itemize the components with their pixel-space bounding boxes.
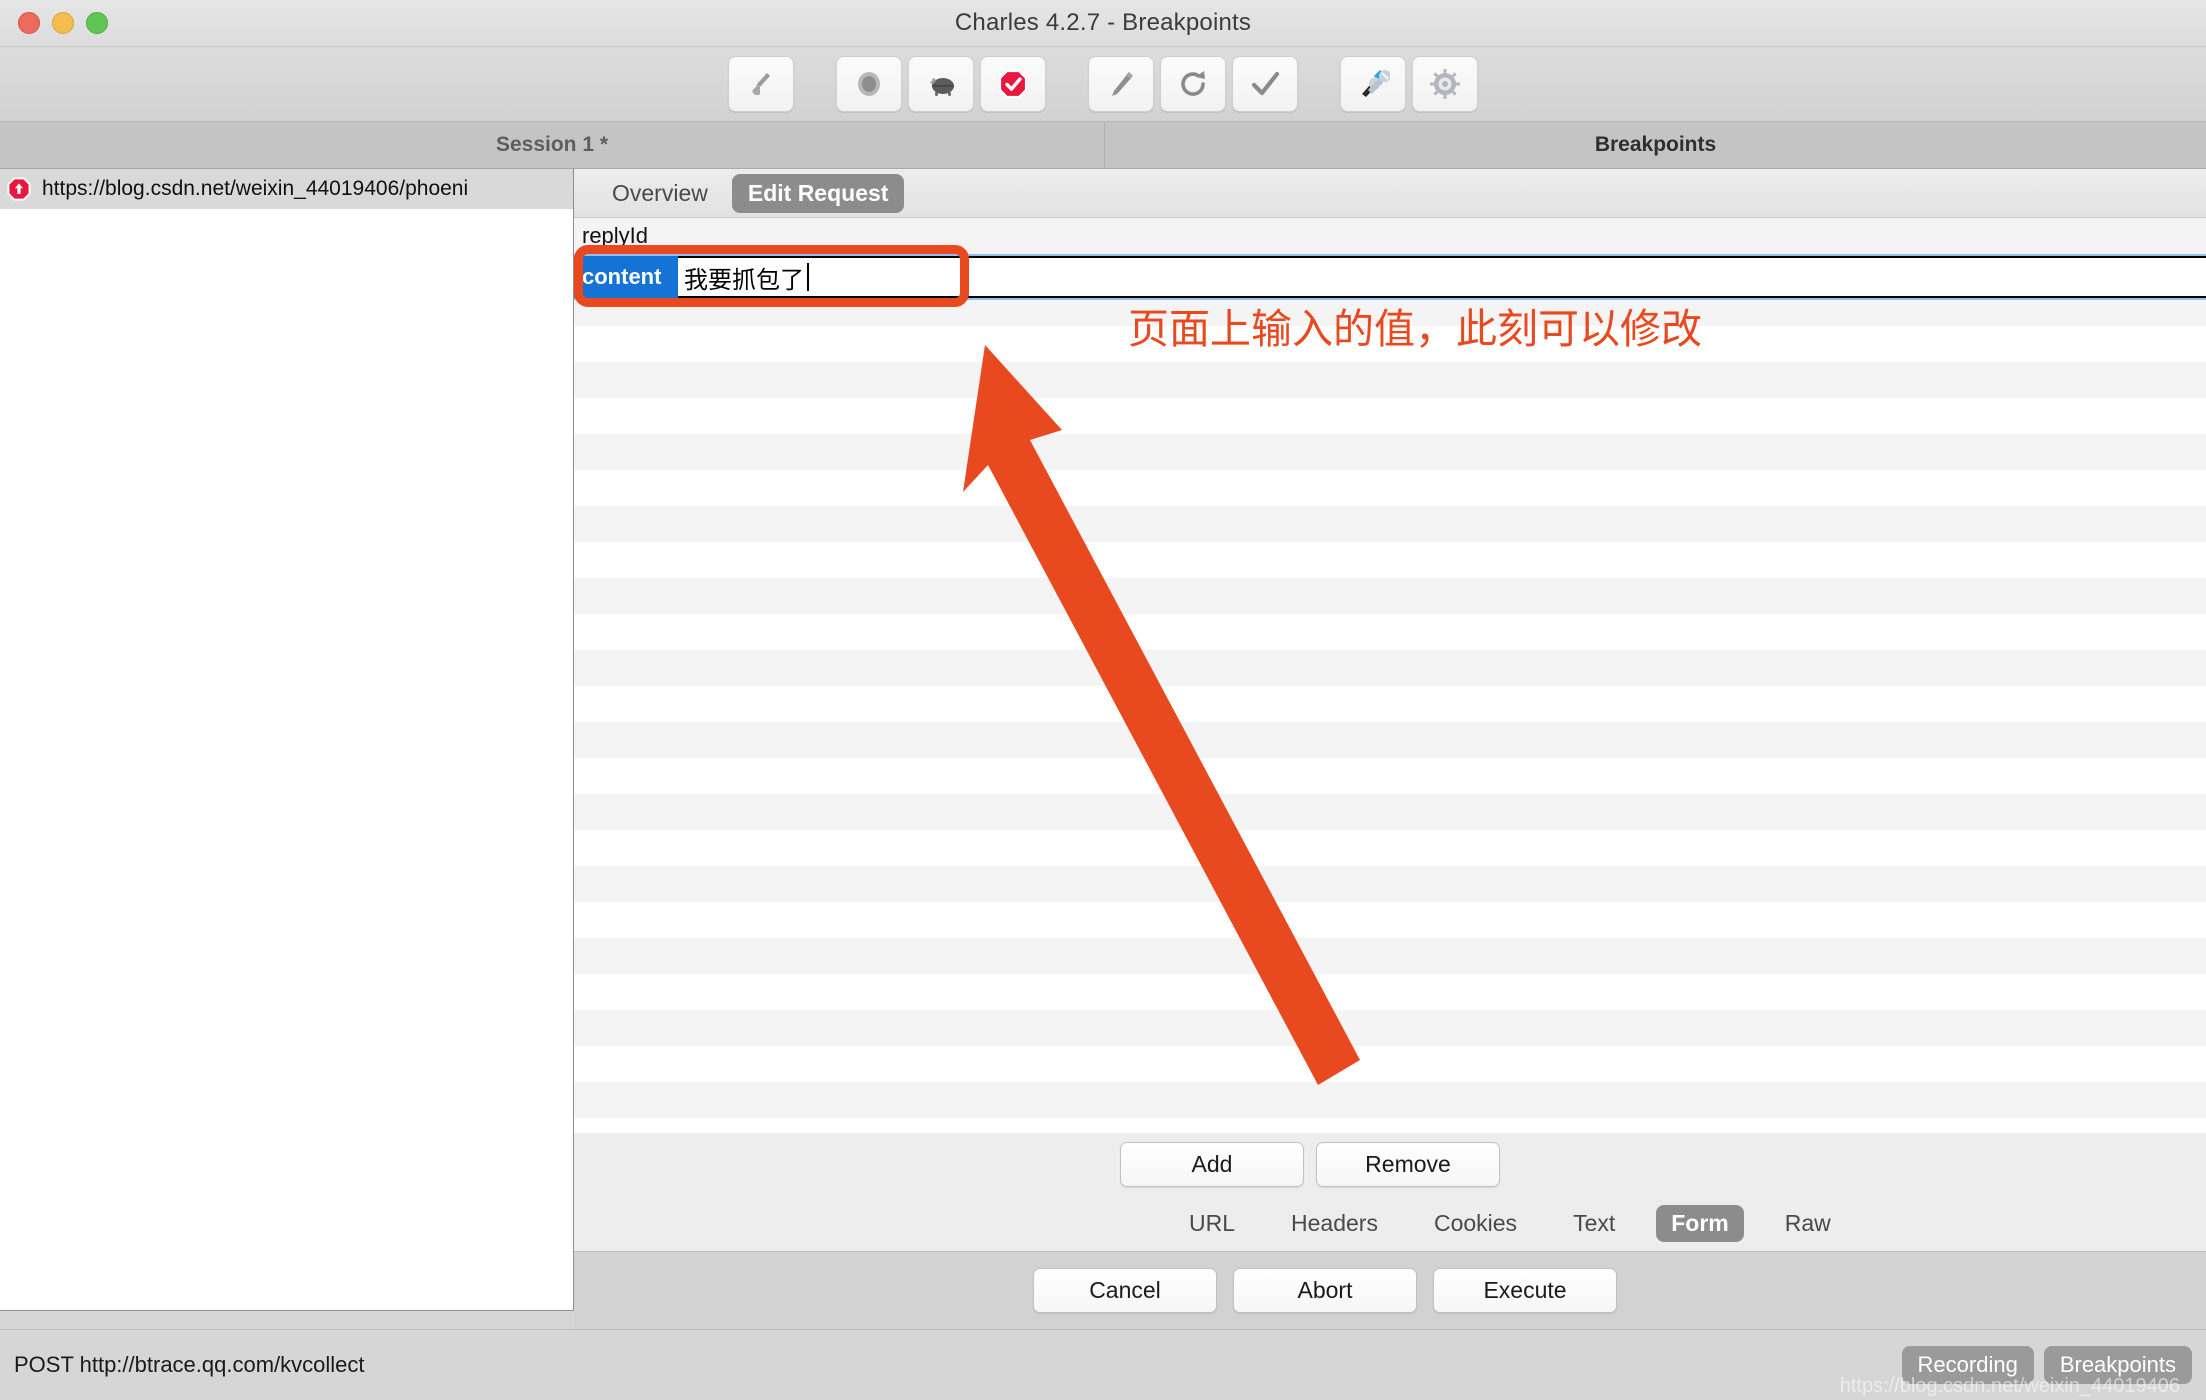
breakpoint-tab-strip: Overview Edit Request [574, 169, 2206, 218]
main-toolbar [0, 47, 2206, 122]
window-title: Charles 4.2.7 - Breakpoints [954, 9, 1252, 36]
cancel-button[interactable]: Cancel [1033, 1268, 1217, 1313]
toolbar-group-right [1340, 56, 1478, 112]
breakpoints-pane: Overview Edit Request replyId content 我要… [574, 169, 2206, 1329]
table-stripe [574, 974, 2206, 1010]
tab-edit-request[interactable]: Edit Request [731, 173, 905, 213]
title-bar: Charles 4.2.7 - Breakpoints [0, 0, 2206, 47]
throttle-button[interactable] [908, 56, 974, 112]
pane-headers: Session 1 * Breakpoints [0, 122, 2206, 169]
payload-tab-strip: URL Headers Cookies Text Form Raw [574, 1195, 2206, 1251]
broom-icon [745, 68, 777, 100]
table-stripe [574, 362, 2206, 398]
table-rows: replyId content 我要抓包了 [574, 218, 2206, 300]
table-stripe [574, 1046, 2206, 1082]
status-badge-recording[interactable]: Recording [1901, 1346, 2034, 1384]
table-stripe [574, 830, 2206, 866]
session-pane: https://blog.csdn.net/weixin_44019406/ph… [0, 169, 574, 1311]
breakpoints-pane-header: Breakpoints [1594, 133, 1717, 156]
clear-button[interactable] [728, 56, 794, 112]
table-stripe [574, 1010, 2206, 1046]
table-stripe [574, 650, 2206, 686]
settings-button[interactable] [1412, 56, 1478, 112]
compose-button[interactable] [1088, 56, 1154, 112]
breakpoint-action-bar: Cancel Abort Execute [574, 1251, 2206, 1329]
session-list[interactable]: https://blog.csdn.net/weixin_44019406/ph… [0, 169, 573, 1310]
tools-button[interactable] [1340, 56, 1406, 112]
text-caret [807, 263, 809, 291]
minimize-window-button[interactable] [52, 12, 74, 34]
toolbar-spacer-1 [800, 56, 830, 112]
form-edit-buttons: Add Remove [574, 1133, 2206, 1195]
table-stripe [574, 434, 2206, 470]
table-stripe [574, 938, 2206, 974]
table-stripe [574, 542, 2206, 578]
table-stripe [574, 1118, 2206, 1133]
status-badge-breakpoints[interactable]: Breakpoints [2043, 1346, 2192, 1384]
table-stripes [574, 218, 2206, 1133]
pen-icon [1105, 68, 1137, 100]
record-icon [853, 68, 885, 100]
table-stripe [574, 686, 2206, 722]
charles-window: Charles 4.2.7 - Breakpoints Session 1 * … [0, 0, 2206, 1400]
field-key-replyid: replyId [582, 223, 649, 248]
tab-url[interactable]: URL [1174, 1205, 1250, 1242]
tab-overview[interactable]: Overview [596, 174, 724, 213]
content-value-text: 我要抓包了 [684, 266, 804, 294]
turtle-icon [924, 68, 958, 100]
tab-headers[interactable]: Headers [1276, 1205, 1393, 1242]
check-icon [1249, 68, 1281, 100]
breakpoints-button[interactable] [980, 56, 1046, 112]
status-badges: Recording Breakpoints [1901, 1346, 2192, 1384]
status-bar: POST http://btrace.qq.com/kvcollect Reco… [0, 1329, 2206, 1400]
table-stripe [574, 614, 2206, 650]
execute-button[interactable]: Execute [1433, 1268, 1617, 1313]
tab-raw[interactable]: Raw [1770, 1205, 1846, 1242]
repeat-button[interactable] [1160, 56, 1226, 112]
table-row-selected[interactable]: content 我要抓包了 [574, 254, 2206, 300]
validate-button[interactable] [1232, 56, 1298, 112]
status-request-text: POST http://btrace.qq.com/kvcollect [14, 1352, 365, 1377]
tab-text[interactable]: Text [1558, 1205, 1630, 1242]
table-stripe [574, 722, 2206, 758]
maximize-window-button[interactable] [86, 12, 108, 34]
list-item[interactable]: https://blog.csdn.net/weixin_44019406/ph… [0, 169, 573, 209]
breakpoint-octagon-icon [6, 176, 32, 202]
table-stripe [574, 578, 2206, 614]
abort-button[interactable]: Abort [1233, 1268, 1417, 1313]
wrench-screwdriver-icon [1356, 68, 1390, 100]
table-stripe [574, 758, 2206, 794]
body-split: https://blog.csdn.net/weixin_44019406/ph… [0, 169, 2206, 1329]
gear-icon [1429, 68, 1461, 100]
table-stripe [574, 398, 2206, 434]
octagon-check-icon [997, 68, 1029, 100]
add-button[interactable]: Add [1120, 1141, 1304, 1187]
remove-button[interactable]: Remove [1316, 1141, 1500, 1187]
record-button[interactable] [836, 56, 902, 112]
table-stripe [574, 470, 2206, 506]
toolbar-group-left [728, 56, 1046, 112]
list-item-label: https://blog.csdn.net/weixin_44019406/ph… [42, 177, 469, 200]
table-stripe [574, 326, 2206, 362]
close-window-button[interactable] [18, 12, 40, 34]
table-stripe [574, 1082, 2206, 1118]
form-parameters-table[interactable]: replyId content 我要抓包了 [574, 218, 2206, 1133]
traffic-lights [18, 12, 108, 34]
table-stripe [574, 902, 2206, 938]
field-key-content: content [574, 256, 678, 298]
refresh-icon [1177, 68, 1209, 100]
toolbar-group-middle [1088, 56, 1298, 112]
tab-form[interactable]: Form [1656, 1204, 1744, 1242]
session-pane-header: Session 1 * [0, 122, 1105, 168]
field-value-editor[interactable]: 我要抓包了 [678, 256, 2206, 298]
table-stripe [574, 866, 2206, 902]
table-stripe [574, 506, 2206, 542]
table-stripe [574, 794, 2206, 830]
content-value-input[interactable]: 我要抓包了 [678, 258, 968, 296]
tab-cookies[interactable]: Cookies [1419, 1205, 1532, 1242]
table-row[interactable]: replyId [574, 218, 2206, 254]
